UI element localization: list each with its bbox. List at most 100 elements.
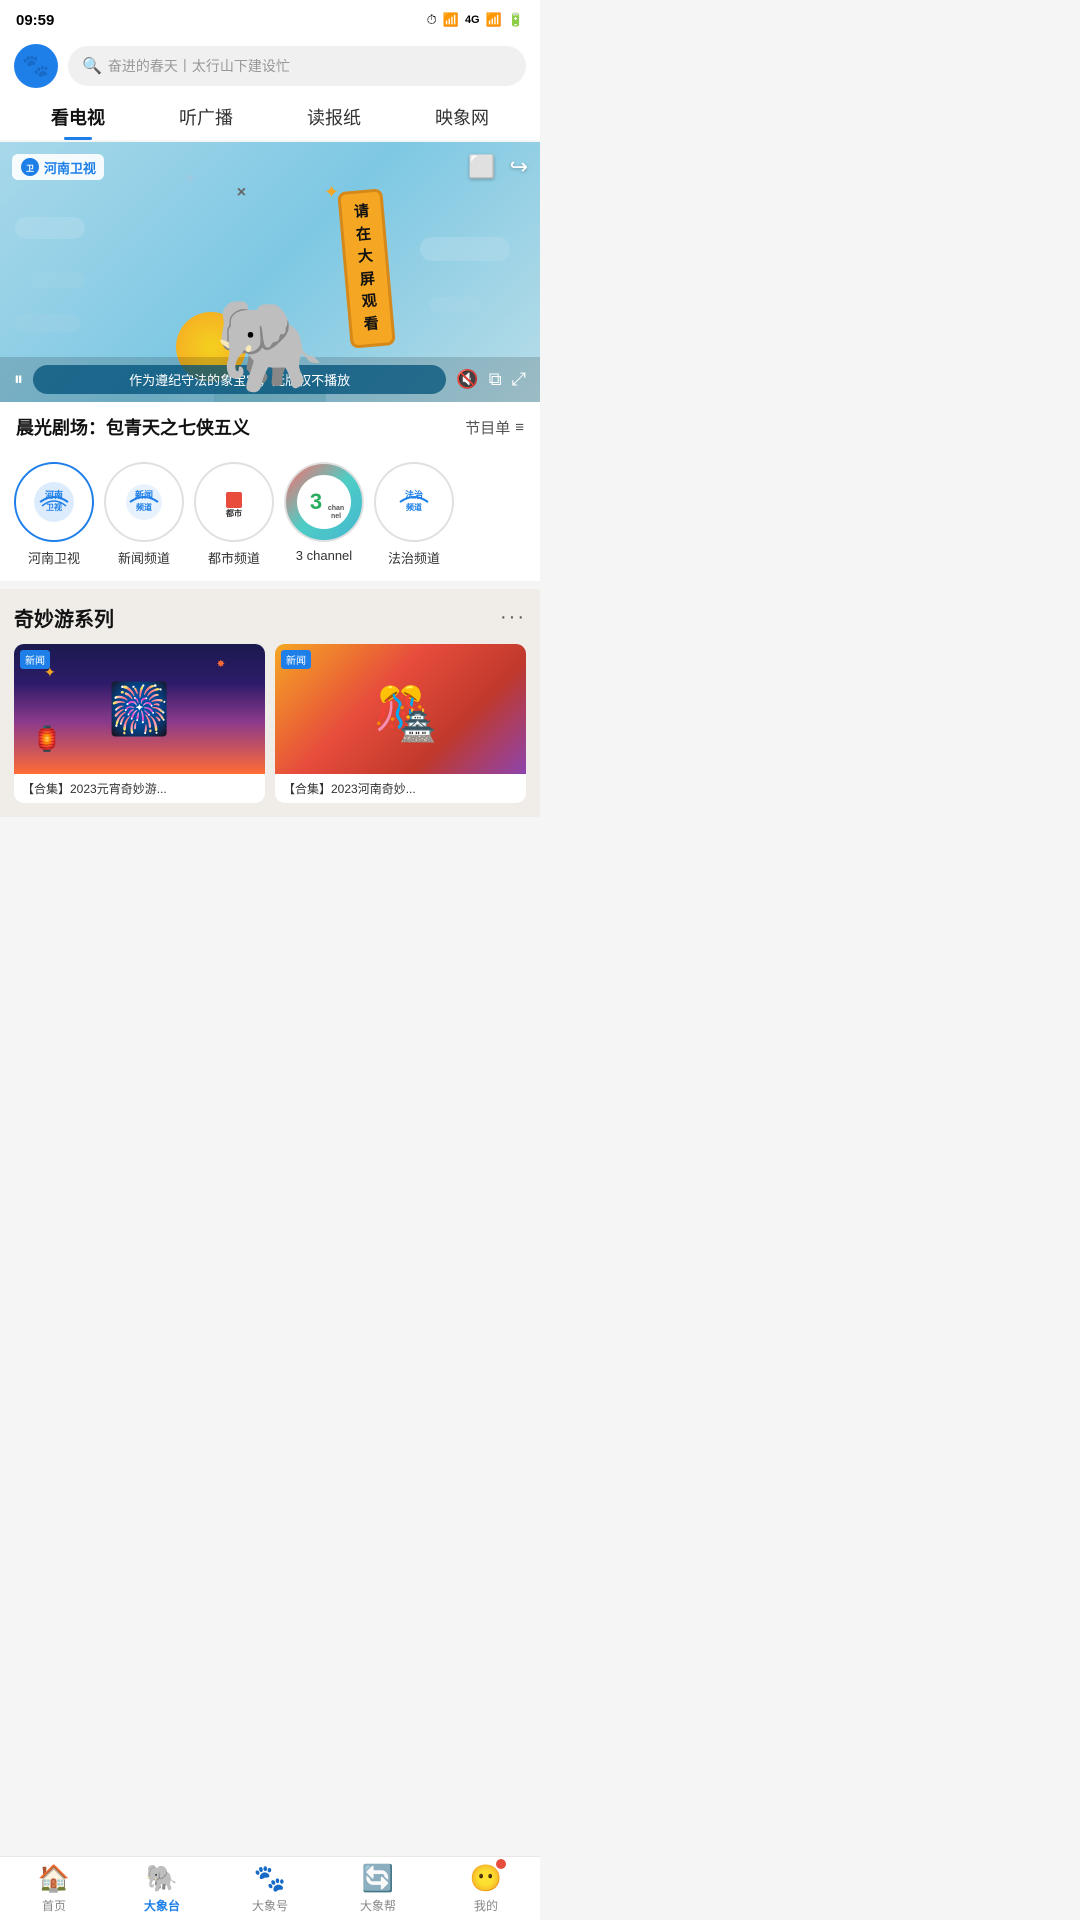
nav-label-daxiangbang: 大象帮 xyxy=(360,1897,396,1914)
signal-4g-icon: 4G xyxy=(465,14,480,26)
svg-text:频道: 频道 xyxy=(406,502,422,512)
nav-tabs: 看电视 听广播 读报纸 映象网 xyxy=(0,88,540,140)
cloud-deco-1 xyxy=(15,217,85,239)
nav-item-mine[interactable]: 😶 我的 xyxy=(432,1857,540,1920)
search-placeholder: 奋进的春天丨太行山下建设忙 xyxy=(108,56,290,76)
card-label-2: 【合集】2023河南奇妙... xyxy=(275,774,526,803)
daxiang-icon: 🐘 xyxy=(146,1863,178,1894)
search-icon: 🔍 xyxy=(82,56,102,76)
tab-listen-radio[interactable]: 听广播 xyxy=(142,98,270,140)
ch3-logo: 3 chan nel xyxy=(296,474,352,530)
content-card-1[interactable]: 新闻 ✦ ✸ 🎆 🏮 【合集】2023元宵奇妙游... xyxy=(14,644,265,803)
section-title: 奇妙游系列 xyxy=(14,603,114,632)
channel-item-henan[interactable]: 河南 卫视 河南卫视 xyxy=(14,462,94,567)
cloud-deco-5 xyxy=(430,297,480,312)
channel-item-legal[interactable]: 法治 频道 法治频道 xyxy=(374,462,454,567)
legal-channel-logo: 法治 频道 xyxy=(386,474,442,530)
cloud-deco-3 xyxy=(30,272,85,288)
channel-label-legal: 法治频道 xyxy=(388,548,440,567)
nav-item-daxianghao[interactable]: 🐾 大象号 xyxy=(216,1857,324,1920)
sign-box: 请在大屏观看 xyxy=(337,188,396,348)
elephant-illustration: 🐘 xyxy=(214,302,326,392)
cast-icon[interactable]: ⬜ xyxy=(468,154,495,180)
channel-list: 河南 卫视 河南卫视 新闻 频道 新闻频道 都市 xyxy=(0,452,540,581)
program-info: 晨光剧场：包青天之七侠五义 节目单 ≡ xyxy=(0,402,540,452)
lantern-emoji: 🏮 xyxy=(32,725,62,754)
nav-label-daxiang: 大象台 xyxy=(144,1897,180,1914)
mine-badge-wrapper: 😶 xyxy=(470,1863,502,1894)
bottom-navigation: 🏠 首页 🐘 大象台 🐾 大象号 🔄 大象帮 😶 我的 xyxy=(0,1856,540,1920)
svg-text:频道: 频道 xyxy=(136,502,152,512)
tab-yingxiang[interactable]: 映象网 xyxy=(398,98,526,140)
channel-circle-ch3: 3 chan nel xyxy=(284,462,364,542)
news-channel-logo: 新闻 频道 xyxy=(116,474,172,530)
daxianghao-icon: 🐾 xyxy=(254,1863,286,1894)
status-time: 09:59 xyxy=(16,12,54,29)
firework-emoji: 🎆 xyxy=(108,684,170,734)
share-icon[interactable]: ↪ xyxy=(510,154,528,180)
nav-item-daxiang[interactable]: 🐘 大象台 xyxy=(108,1857,216,1920)
city-channel-logo: 都市 xyxy=(206,474,262,530)
play-pause-button[interactable]: ⏸ xyxy=(14,369,23,390)
home-icon: 🏠 xyxy=(38,1863,70,1894)
fullscreen-icon[interactable]: ⤢ xyxy=(512,369,526,390)
nav-label-mine: 我的 xyxy=(474,1897,498,1914)
timer-icon: ⏱ xyxy=(427,12,437,28)
card-visual-2: 🎊 🏯 xyxy=(374,685,426,734)
program-title: 晨光剧场：包青天之七侠五义 xyxy=(16,414,250,440)
nav-item-home[interactable]: 🏠 首页 xyxy=(0,1857,108,1920)
channel-label-city: 都市频道 xyxy=(208,548,260,567)
mute-icon[interactable]: 🔇 xyxy=(456,369,478,390)
schedule-button[interactable]: 节目单 ≡ xyxy=(465,417,524,438)
nav-item-daxiangbang[interactable]: 🔄 大象帮 xyxy=(324,1857,432,1920)
channel-item-news[interactable]: 新闻 频道 新闻频道 xyxy=(104,462,184,567)
video-top-controls: ⬜ ↪ xyxy=(468,154,528,180)
card-thumb-2: 新闻 🎊 🏯 xyxy=(275,644,526,774)
channel-logo-overlay: 卫 河南卫视 xyxy=(12,154,104,180)
tab-watch-tv[interactable]: 看电视 xyxy=(14,98,142,140)
henan-logo-icon: 卫 xyxy=(20,157,40,177)
channel-label-ch3: 3 channel xyxy=(296,548,352,563)
video-right-controls: 🔇 ⧉ ⤢ xyxy=(456,369,526,390)
channel-item-city[interactable]: 都市 都市频道 xyxy=(194,462,274,567)
channel-label-news: 新闻频道 xyxy=(118,548,170,567)
content-card-2[interactable]: 新闻 🎊 🏯 【合集】2023河南奇妙... xyxy=(275,644,526,803)
elephant-scene: 请在大屏观看 × ✦ ✦ 🐘 xyxy=(214,142,326,402)
search-bar[interactable]: 🔍 奋进的春天丨太行山下建设忙 xyxy=(68,46,526,86)
channel-circle-city: 都市 xyxy=(194,462,274,542)
cloud-deco-4 xyxy=(15,314,80,332)
schedule-label: 节目单 xyxy=(465,417,510,438)
card-tag-2: 新闻 xyxy=(281,650,311,669)
card-thumb-1: 新闻 ✦ ✸ 🎆 🏮 xyxy=(14,644,265,774)
tab-read-newspaper[interactable]: 读报纸 xyxy=(270,98,398,140)
nav-label-home: 首页 xyxy=(42,1897,66,1914)
pip-icon[interactable]: ⧉ xyxy=(489,369,502,390)
video-player[interactable]: 卫 河南卫视 ⬜ ↪ 请在大屏观看 × ✦ ✦ 🐘 xyxy=(0,142,540,402)
svg-text:卫: 卫 xyxy=(26,164,34,173)
paw-icon: 🐾 xyxy=(22,53,49,79)
svg-text:3: 3 xyxy=(310,489,322,514)
svg-text:卫视: 卫视 xyxy=(46,502,62,512)
battery-icon: 🔋 xyxy=(508,12,524,28)
close-sign-icon[interactable]: × xyxy=(237,184,246,202)
channel-item-ch3[interactable]: 3 chan nel 3 channel xyxy=(284,462,364,567)
sparkle-icon-2: ✦ xyxy=(184,170,196,187)
daxiangbang-icon: 🔄 xyxy=(362,1863,394,1894)
status-icons: ⏱ 📶 4G 📶 🔋 xyxy=(427,12,524,28)
app-logo[interactable]: 🐾 xyxy=(14,44,58,88)
card-label-1: 【合集】2023元宵奇妙游... xyxy=(14,774,265,803)
channel-name-overlay: 河南卫视 xyxy=(44,158,96,177)
sparkle-icon-1: ✦ xyxy=(324,182,339,203)
svg-text:都市: 都市 xyxy=(225,508,242,518)
cloud-deco-2 xyxy=(420,237,510,261)
schedule-icon: ≡ xyxy=(515,419,524,436)
signal-bars-icon: 📶 xyxy=(486,12,502,28)
pagoda-emoji: 🏯 xyxy=(399,709,436,744)
video-frame: 卫 河南卫视 ⬜ ↪ 请在大屏观看 × ✦ ✦ 🐘 xyxy=(0,142,540,402)
channel-label-henan: 河南卫视 xyxy=(28,548,80,567)
header: 🐾 🔍 奋进的春天丨太行山下建设忙 xyxy=(0,36,540,88)
qimiao-section: 奇妙游系列 ··· 新闻 ✦ ✸ 🎆 🏮 【合集】2023元宵奇妙游... 新闻 xyxy=(0,589,540,817)
nav-label-daxianghao: 大象号 xyxy=(252,1897,288,1914)
status-bar: 09:59 ⏱ 📶 4G 📶 🔋 xyxy=(0,0,540,36)
section-more-button[interactable]: ··· xyxy=(500,606,526,629)
